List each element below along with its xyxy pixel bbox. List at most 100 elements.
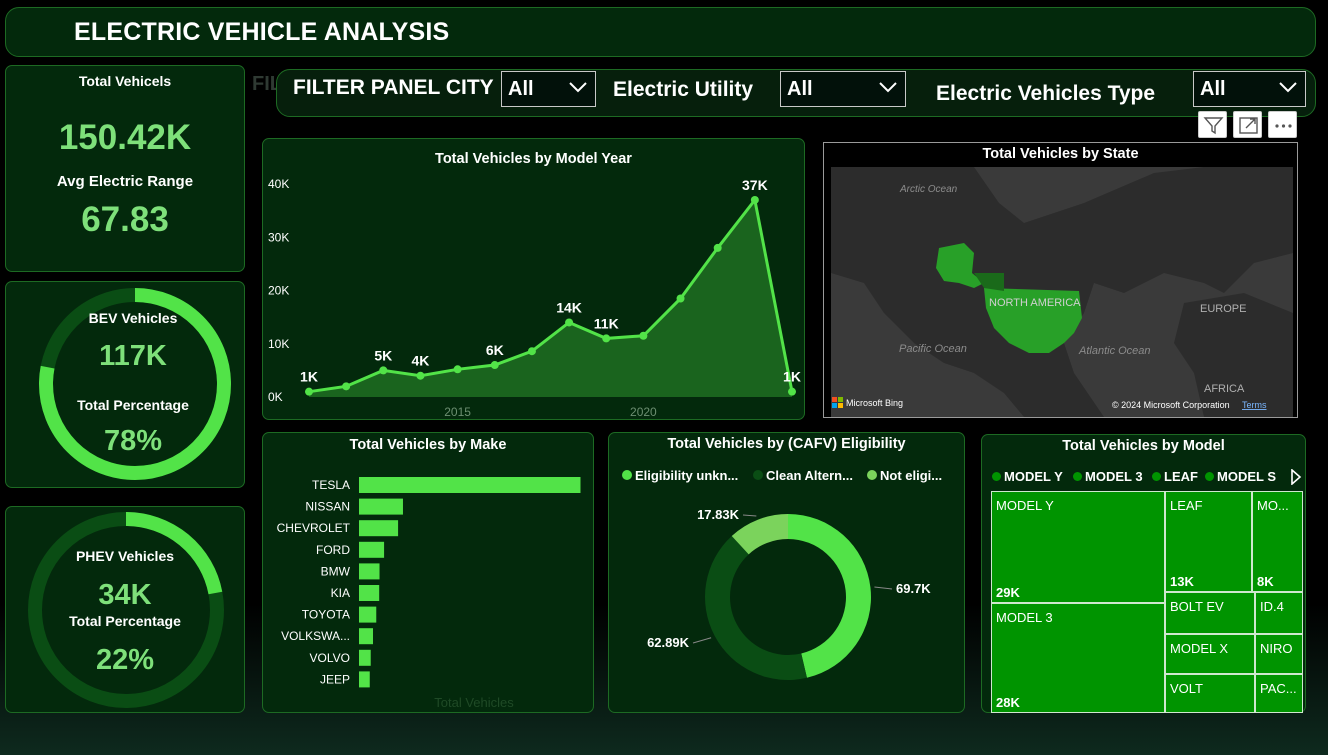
tile-bolt-ev[interactable]: BOLT EV (1165, 592, 1255, 634)
type-filter-value: All (1200, 78, 1226, 100)
area-point (416, 371, 425, 380)
utility-filter-value: All (787, 78, 813, 100)
bar-category-label: CHEVROLET (277, 521, 351, 535)
donut-leader-line (874, 586, 893, 590)
area-point (565, 318, 574, 327)
type-filter-label: Electric Vehicles Type (936, 82, 1156, 105)
area-point (490, 361, 499, 370)
area-data-label: 14K (556, 299, 582, 315)
bar (359, 498, 403, 515)
type-filter-dropdown[interactable]: All (1193, 71, 1306, 107)
tile-pacifica[interactable]: PAC... (1255, 674, 1303, 713)
donut-slice (705, 535, 807, 680)
bar-category-label: NISSAN (305, 500, 350, 514)
avg-range-label: Avg Electric Range (56, 173, 194, 190)
legend-model-s[interactable]: MODEL S (1205, 469, 1276, 484)
avg-range-value: 67.83 (81, 200, 169, 239)
tile-model-s[interactable]: MO... 8K (1252, 491, 1303, 592)
model-legend: MODEL Y MODEL 3 LEAF MODEL S (992, 469, 1302, 487)
area-point (379, 366, 388, 375)
chevron-down-icon (879, 82, 897, 93)
phev-pct-value: 22% (95, 644, 155, 676)
city-filter-value: All (508, 78, 534, 100)
model-year-chart[interactable]: 0K 10K 20K 30K 40K 2015 2020 1K 5K 4K 6K 14K 11K 37K 1… (263, 139, 806, 421)
bar-category-label: JEEP (320, 672, 350, 686)
area-point (788, 387, 796, 396)
legend-label: Clean Altern... (766, 468, 853, 483)
state-map[interactable]: Arctic Ocean NORTH AMERICA Pacific Ocean… (824, 143, 1299, 419)
donut-data-label: 62.89K (647, 635, 690, 650)
area-data-label: 6K (486, 342, 504, 358)
filter-tool-button[interactable] (1198, 111, 1227, 138)
legend-model-y[interactable]: MODEL Y (992, 469, 1063, 484)
bar (359, 649, 371, 666)
bar-category-label: TESLA (312, 478, 350, 492)
phev-pct-label: Total Percentage (69, 613, 181, 629)
model-chart-card: Total Vehicles by Model MODEL Y MODEL 3 … (981, 434, 1306, 713)
donut-data-label: 69.7K (896, 581, 931, 596)
bar-category-label: BMW (321, 564, 351, 578)
area-data-label: 1K (300, 369, 318, 385)
bar (359, 477, 581, 493)
total-vehicles-label: Total Vehicels (78, 73, 172, 89)
bar-category-label: VOLKSWA... (281, 629, 350, 643)
y-tick-label: 20K (268, 284, 289, 298)
map-label-arctic: Arctic Ocean (899, 184, 958, 195)
legend-next-icon[interactable] (1290, 469, 1302, 485)
area-point (676, 294, 685, 303)
tile-model-3[interactable]: MODEL 3 28K (991, 603, 1165, 713)
donut-leader-line (742, 514, 757, 517)
y-tick-label: 40K (268, 177, 289, 191)
filter-icon (1203, 117, 1224, 135)
city-filter-label: FILTER PANEL CITY (293, 76, 494, 99)
area-data-label: 37K (742, 177, 768, 193)
tile-model-y[interactable]: MODEL Y 29K (991, 491, 1165, 603)
tile-volt[interactable]: VOLT (1165, 674, 1255, 713)
bev-card: BEV Vehicles 117K Total Percentage 78% (5, 281, 245, 488)
map-copyright: © 2024 Microsoft Corporation (1112, 400, 1230, 410)
focus-mode-button[interactable] (1233, 111, 1262, 138)
bev-pct-label: Total Percentage (77, 397, 189, 413)
legend-marker (867, 470, 877, 480)
bar (359, 520, 399, 537)
map-terms-link[interactable]: Terms (1242, 400, 1267, 410)
area-point (527, 347, 536, 356)
phev-label: PHEV Vehicles (75, 548, 175, 564)
city-filter-dropdown[interactable]: All (501, 71, 596, 107)
bar (359, 585, 380, 601)
tile-model-x[interactable]: MODEL X (1165, 634, 1255, 674)
chevron-down-icon (569, 82, 587, 93)
y-tick-label: 30K (268, 230, 289, 244)
bar-category-label: KIA (331, 586, 350, 600)
tile-id4[interactable]: ID.4 (1255, 592, 1303, 634)
legend-model-3[interactable]: MODEL 3 (1073, 469, 1143, 484)
state-map-card: Total Vehicles by State Arctic Ocean NOR… (823, 142, 1298, 418)
phev-card: PHEV Vehicles 34K Total Percentage 22% (5, 506, 245, 713)
bar-category-label: TOYOTA (302, 608, 350, 622)
more-options-button[interactable] (1268, 111, 1297, 138)
total-vehicles-card: Total Vehicels 150.42K Avg Electric Rang… (5, 65, 245, 272)
chevron-down-icon (1279, 82, 1297, 93)
donut-slice (788, 514, 871, 678)
bev-value: 117K (99, 340, 167, 372)
bar (359, 628, 374, 645)
area-data-label: 4K (412, 353, 430, 369)
bev-label: BEV Vehicles (88, 310, 178, 326)
make-chart[interactable]: TESLA NISSAN CHEVROLET FORD BMW KIA TOYOTA VOLK… (263, 433, 595, 714)
bar (359, 606, 377, 623)
utility-filter-label: Electric Utility (613, 78, 754, 101)
bev-pct-value: 78% (103, 425, 163, 457)
map-label-pacific: Pacific Ocean (899, 343, 967, 355)
tile-leaf[interactable]: LEAF 13K (1165, 491, 1252, 592)
map-label-atlantic: Atlantic Ocean (1078, 345, 1151, 357)
legend-leaf[interactable]: LEAF (1152, 469, 1198, 484)
area-point (639, 331, 648, 340)
y-tick-label: 10K (268, 337, 289, 351)
eligibility-chart[interactable]: Eligibility unkn... Clean Altern... Not el… (609, 433, 966, 714)
utility-filter-dropdown[interactable]: All (780, 71, 906, 107)
tile-niro[interactable]: NIRO (1255, 634, 1303, 674)
bar-category-label: VOLVO (310, 651, 350, 665)
legend-marker (622, 470, 632, 480)
bar-x-axis-label: Total Vehicles (434, 695, 514, 710)
area-point (305, 387, 313, 396)
